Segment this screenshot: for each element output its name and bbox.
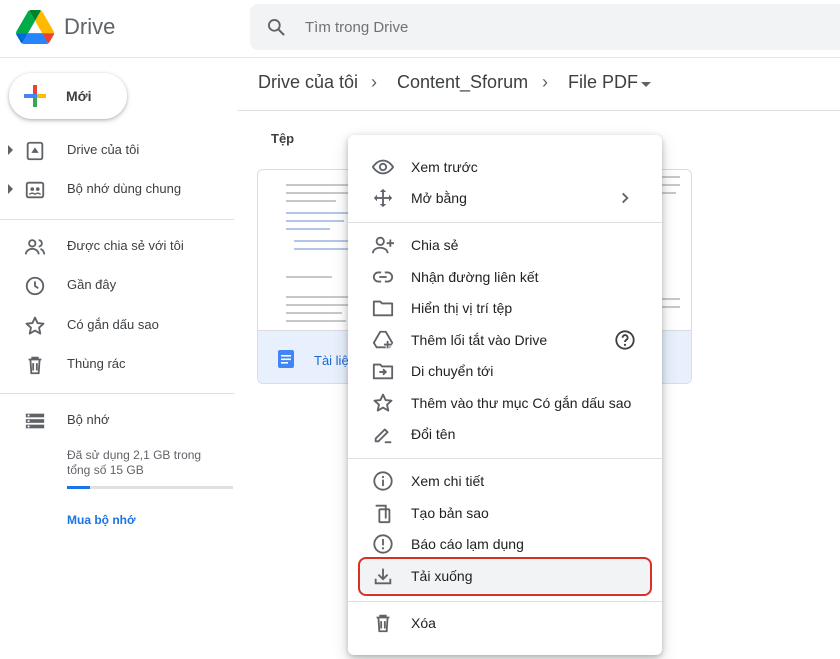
sidebar-item-shared-drives[interactable]: Bộ nhớ dùng chung [0,171,234,207]
clock-icon [25,276,45,296]
sidebar-item-trash[interactable]: Thùng rác [0,346,234,382]
menu-item-label: Thêm lối tắt vào Drive [411,332,548,348]
link-icon [372,271,394,283]
menu-item-report-abuse[interactable]: Báo cáo lạm dụng [348,528,662,560]
sidebar-item-label: Bộ nhớ dùng chung [67,181,182,196]
sidebar-item-shared-with-me[interactable]: Được chia sẻ với tôi [0,228,234,264]
files-section-label: Tệp [271,131,295,146]
menu-item-show-location[interactable]: Hiển thị vị trí tệp [348,292,662,324]
star-icon [25,316,45,335]
menu-item-move-to[interactable]: Di chuyển tới [348,355,662,387]
shared-with-me-icon [24,239,46,255]
sidebar-item-my-drive[interactable]: Drive của tôi [0,132,234,168]
top-bar: Drive [0,0,840,58]
main-divider [238,110,840,111]
menu-item-label: Hiển thị vị trí tệp [411,300,513,316]
menu-item-label: Đổi tên [411,426,456,442]
trash-icon [376,614,390,633]
sidebar-item-label: Thùng rác [67,356,126,371]
menu-item-open-with[interactable]: Mở bằng [348,182,662,214]
help-icon[interactable] [614,329,636,351]
menu-item-add-shortcut[interactable]: Thêm lối tắt vào Drive [348,324,662,356]
breadcrumb-item-my-drive[interactable]: Drive của tôi [258,72,358,93]
menu-item-label: Chia sẻ [411,237,459,253]
sidebar-item-storage[interactable]: Bộ nhớ [0,402,234,438]
open-with-icon [373,188,393,208]
storage-usage-text: Đã sử dụng 2,1 GB trong tổng số 15 GB [67,448,202,477]
folder-icon [372,300,394,317]
sidebar-item-label: Drive của tôi [67,142,140,157]
info-icon [373,471,393,491]
chevron-down-icon[interactable] [641,82,651,87]
plus-icon [24,85,46,107]
menu-divider [348,222,662,223]
expand-caret-icon[interactable] [8,184,13,194]
storage-progress-fill [67,486,91,489]
eye-icon [372,159,394,175]
sidebar-divider [0,219,234,220]
menu-item-label: Mở bằng [411,190,467,206]
menu-item-label: Nhận đường liên kết [411,269,539,285]
move-to-icon [372,363,394,380]
menu-item-get-link[interactable]: Nhận đường liên kết [348,261,662,293]
sidebar-item-label: Được chia sẻ với tôi [67,238,184,253]
menu-item-label: Báo cáo lạm dụng [411,536,524,552]
menu-item-preview[interactable]: Xem trước [348,151,662,183]
menu-item-label: Thêm vào thư mục Có gắn dấu sao [411,395,632,411]
menu-item-label: Xem trước [411,159,478,175]
app-title[interactable]: Drive [64,14,115,40]
rename-icon [374,428,392,444]
breadcrumb-item-folder[interactable]: Content_Sforum [397,72,528,93]
menu-item-make-copy[interactable]: Tạo bản sao [348,497,662,529]
search-icon[interactable] [266,17,286,37]
add-shortcut-icon [372,330,394,349]
my-drive-icon [26,141,44,161]
file-name: Tài liệ [314,353,349,368]
google-docs-icon [278,350,294,368]
menu-item-share[interactable]: Chia sẻ [348,229,662,261]
storage-label: Bộ nhớ [67,412,110,427]
sidebar-item-recent[interactable]: Gần đây [0,267,234,303]
star-outline-icon [373,393,393,412]
sidebar-item-starred[interactable]: Có gắn dấu sao [0,307,234,343]
breadcrumb-item-current[interactable]: File PDF [568,72,638,93]
new-button-label: Mới [66,88,92,104]
menu-item-add-to-starred[interactable]: Thêm vào thư mục Có gắn dấu sao [348,387,662,419]
breadcrumb-separator: › [542,72,548,92]
sidebar-divider [0,393,234,394]
menu-divider [348,601,662,602]
search-input[interactable] [305,15,705,39]
buy-storage-link[interactable]: Mua bộ nhớ [67,513,136,527]
trash-icon [28,356,42,375]
expand-caret-icon[interactable] [8,145,13,155]
menu-item-rename[interactable]: Đổi tên [348,418,662,450]
sidebar-item-label: Có gắn dấu sao [67,317,159,332]
person-add-icon [372,236,394,254]
search-bar[interactable] [250,4,840,50]
copy-icon [375,504,391,524]
download-highlight-box [358,557,652,596]
report-icon [373,534,393,554]
menu-item-label: Xem chi tiết [411,473,485,489]
menu-item-details[interactable]: Xem chi tiết [348,465,662,497]
menu-item-label: Di chuyển tới [411,363,494,379]
breadcrumb-separator: › [371,72,377,92]
new-button[interactable]: Mới [9,73,127,119]
menu-divider [348,458,662,459]
storage-icon [25,413,45,429]
drive-logo-icon[interactable] [16,10,54,44]
storage-progress-bar [67,486,233,489]
sidebar-item-label: Gần đây [67,277,117,292]
menu-item-remove[interactable]: Xóa [348,607,662,639]
shared-drives-icon [25,181,45,199]
menu-item-label: Tạo bản sao [411,505,489,521]
chevron-right-icon [622,192,629,204]
menu-item-label: Xóa [411,615,436,631]
